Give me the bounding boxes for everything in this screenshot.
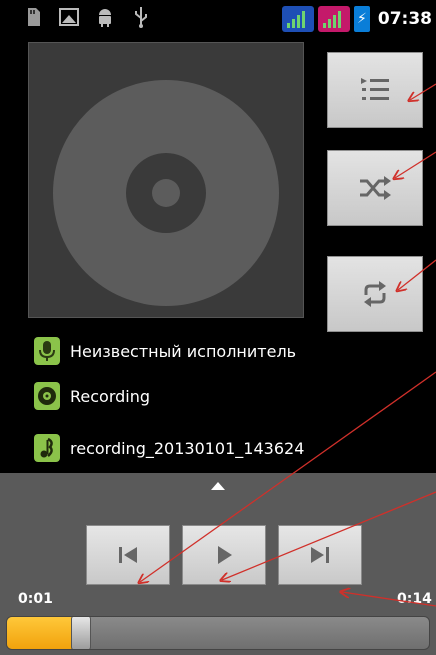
skip-previous-icon — [119, 547, 137, 563]
play-icon — [218, 546, 232, 564]
play-button[interactable] — [182, 525, 266, 585]
album-art — [28, 42, 304, 318]
usb-icon — [130, 6, 152, 28]
album-row: Recording — [34, 381, 150, 411]
status-clock: 07:38 — [377, 9, 432, 29]
signal-sim2-icon — [317, 6, 350, 32]
shuffle-button[interactable] — [327, 150, 423, 226]
signal-sim1-icon — [281, 6, 314, 32]
elapsed-time: 0:01 — [18, 591, 53, 607]
chevron-up-icon — [211, 482, 225, 490]
panel-collapse-handle[interactable] — [0, 473, 436, 499]
artist-name: Неизвестный исполнитель — [70, 341, 297, 361]
skip-next-icon — [311, 547, 329, 563]
playlist-button[interactable] — [327, 52, 423, 128]
album-disc-icon — [34, 382, 60, 410]
sd-card-icon — [22, 6, 44, 28]
track-title: recording_20130101_143624 — [70, 438, 305, 458]
title-row: recording_20130101_143624 — [34, 433, 304, 463]
seek-bar-progress — [7, 617, 77, 649]
battery-charging-icon: ⚡ — [353, 6, 370, 32]
android-debug-icon — [94, 6, 116, 28]
previous-track-button[interactable] — [86, 525, 170, 585]
repeat-button[interactable] — [327, 256, 423, 332]
playlist-icon — [361, 78, 389, 100]
microphone-icon — [34, 337, 60, 365]
shuffle-icon — [360, 176, 391, 200]
seek-bar[interactable] — [6, 616, 430, 650]
total-duration: 0:14 — [397, 591, 432, 607]
music-note-icon — [34, 434, 60, 462]
album-name: Recording — [70, 386, 151, 406]
status-bar: ⚡ 07:38 — [0, 0, 436, 38]
seek-bar-thumb[interactable] — [71, 617, 91, 649]
next-track-button[interactable] — [278, 525, 362, 585]
cd-disc-icon — [53, 80, 279, 306]
playback-controls-panel: 0:01 0:14 — [0, 473, 436, 655]
artist-row: Неизвестный исполнитель — [34, 336, 296, 366]
screenshot-icon — [58, 6, 80, 28]
repeat-icon — [364, 281, 386, 307]
